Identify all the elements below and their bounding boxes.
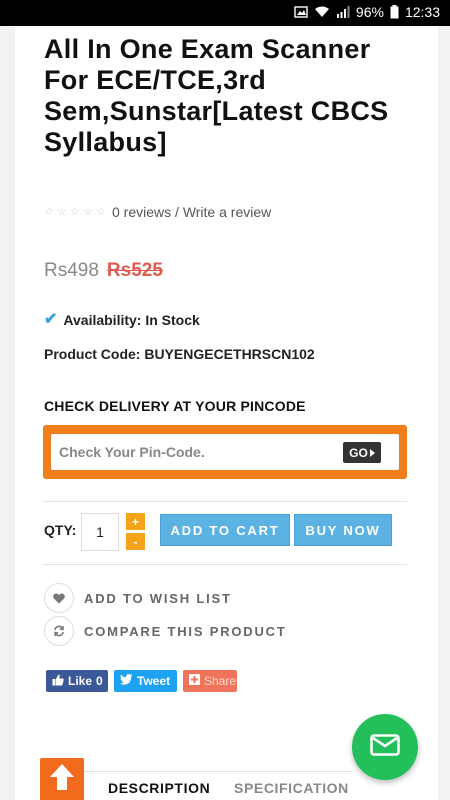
thumbs-up-icon <box>52 674 64 689</box>
tab-specification[interactable]: SPECIFICATION <box>234 780 349 796</box>
scroll-to-top-button[interactable] <box>40 758 84 800</box>
play-arrow-icon <box>369 446 375 460</box>
divider <box>43 501 407 502</box>
wishlist-label: ADD TO WISH LIST <box>84 590 232 606</box>
go-button[interactable]: GO <box>343 442 381 463</box>
qty-label: QTY: <box>44 522 77 538</box>
facebook-like-button[interactable]: Like 0 <box>46 670 108 692</box>
compare-label: COMPARE THIS PRODUCT <box>84 623 287 639</box>
tab-description[interactable]: DESCRIPTION <box>108 780 210 796</box>
divider <box>43 771 353 772</box>
plus-box-icon <box>189 674 200 688</box>
review-separator: / <box>171 204 183 220</box>
tweet-button[interactable]: Tweet <box>114 670 177 692</box>
signal-icon <box>336 6 350 18</box>
tweet-label: Tweet <box>137 674 171 688</box>
clock: 12:33 <box>404 4 440 20</box>
product-title: All In One Exam Scanner For ECE/TCE,3rd … <box>44 34 389 157</box>
pincode-box: GO <box>43 425 407 479</box>
facebook-like-count: 0 <box>96 674 103 688</box>
star-icon: ☆ <box>70 206 80 218</box>
divider <box>43 564 407 565</box>
twitter-bird-icon <box>120 674 133 688</box>
star-rating: ☆ ☆ ☆ ☆ ☆ <box>44 206 106 218</box>
social-share-row: Like 0 Tweet Share <box>46 670 237 692</box>
delivery-heading: CHECK DELIVERY AT YOUR PINCODE <box>44 398 306 414</box>
availability-text: Availability: In Stock <box>63 312 200 328</box>
rating-row: ☆ ☆ ☆ ☆ ☆ 0 reviews / Write a review <box>44 204 271 220</box>
buy-now-button[interactable]: BUY NOW <box>294 514 392 546</box>
battery-percent: 96% <box>355 4 384 20</box>
add-to-wishlist-action[interactable]: ADD TO WISH LIST <box>44 583 232 613</box>
qty-decrease-button[interactable]: - <box>126 533 145 550</box>
share-button[interactable]: Share <box>183 670 237 692</box>
pincode-input[interactable] <box>59 434 319 470</box>
wifi-icon <box>314 6 330 18</box>
reviews-link[interactable]: 0 reviews <box>112 204 171 220</box>
product-code: Product Code: BUYENGECETHRSCN102 <box>44 346 315 362</box>
price-current: Rs498 <box>44 260 99 281</box>
facebook-like-label: Like <box>68 674 93 688</box>
share-label: Share <box>204 674 237 688</box>
battery-icon <box>390 5 399 19</box>
star-icon: ☆ <box>57 206 67 218</box>
product-page: All In One Exam Scanner For ECE/TCE,3rd … <box>15 26 438 800</box>
arrow-up-icon <box>47 762 77 797</box>
compare-product-action[interactable]: COMPARE THIS PRODUCT <box>44 616 287 646</box>
checkmark-icon: ✔ <box>44 311 58 328</box>
mail-icon <box>370 733 400 761</box>
add-to-cart-button[interactable]: ADD TO CART <box>160 514 290 546</box>
status-bar: 96% 12:33 <box>0 0 450 26</box>
heart-icon <box>44 583 74 613</box>
message-fab-button[interactable] <box>352 714 418 780</box>
price-original: Rs525 <box>106 260 163 281</box>
quantity-input[interactable]: 1 <box>81 513 119 551</box>
refresh-icon <box>44 616 74 646</box>
pincode-field-wrapper: GO <box>51 434 399 470</box>
availability: ✔ Availability: In Stock <box>44 311 200 329</box>
star-icon: ☆ <box>83 206 93 218</box>
image-icon <box>294 6 308 18</box>
star-icon: ☆ <box>96 206 106 218</box>
price-row: Rs498 Rs525 <box>44 260 163 282</box>
go-button-label: GO <box>349 445 368 460</box>
qty-increase-button[interactable]: + <box>126 513 145 530</box>
write-review-link[interactable]: Write a review <box>183 204 271 220</box>
star-icon: ☆ <box>44 206 54 218</box>
